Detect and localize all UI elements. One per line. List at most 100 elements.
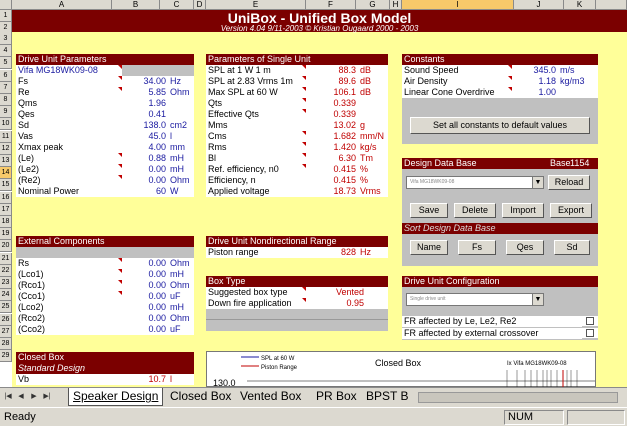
column-header-g[interactable]: G — [356, 0, 390, 10]
drive-unit-model-row[interactable]: Vifa MG18WK09-08 — [16, 65, 194, 76]
row-header[interactable]: 23 — [0, 277, 12, 289]
horizontal-scrollbar[interactable] — [418, 392, 618, 403]
row-header[interactable]: 8 — [0, 94, 12, 106]
save-button[interactable]: Save — [410, 203, 448, 218]
single-unit-value[interactable]: 1.420 — [306, 142, 358, 153]
check-row-1[interactable]: FR affected by Le, Le2, Re2 — [402, 316, 598, 327]
ext-comp-row[interactable]: (Lco2) 0.00 mH — [16, 302, 194, 313]
single-unit-value[interactable]: 0.415 — [306, 164, 358, 175]
single-unit-row[interactable]: Rms 1.420 kg/s — [206, 142, 388, 153]
tab-speaker-design[interactable]: Speaker Design — [68, 388, 164, 406]
ext-comp-value[interactable]: 0.00 — [122, 258, 168, 269]
column-header-e[interactable]: E — [206, 0, 306, 10]
reset-constants-button[interactable]: Set all constants to default values — [410, 117, 590, 134]
column-header-b[interactable]: B — [112, 0, 160, 10]
prev-sheet-icon[interactable]: ◀ — [15, 391, 27, 403]
drive-param-row[interactable]: (Le2) 0.00 mH — [16, 164, 194, 175]
export-button[interactable]: Export — [550, 203, 592, 218]
drive-param-row[interactable]: (Le) 0.88 mH — [16, 153, 194, 164]
ext-comp-value[interactable]: 0.00 — [122, 302, 168, 313]
design-db-combobox[interactable]: Vifa MG18WK09-08 ▼ — [406, 176, 544, 189]
ext-comp-value[interactable]: 0.00 — [122, 280, 168, 291]
tab-pr-box[interactable]: PR Box — [312, 388, 361, 406]
single-unit-row[interactable]: Mms 13.02 g — [206, 120, 388, 131]
ext-comp-value[interactable]: 0.00 — [122, 324, 168, 335]
drive-param-row[interactable]: Re 5.85 Ohm — [16, 87, 194, 98]
drive-param-value[interactable]: 0.00 — [122, 164, 168, 175]
sort-sd-button[interactable]: Sd — [554, 240, 590, 255]
row-header[interactable]: 16 — [0, 192, 12, 204]
ext-comp-value[interactable]: 0.00 — [122, 269, 168, 280]
row-header[interactable]: 10 — [0, 118, 12, 130]
row-header[interactable]: 7 — [0, 82, 12, 94]
ext-comp-value[interactable]: 0.00 — [122, 313, 168, 324]
row-header[interactable]: 27 — [0, 326, 12, 338]
drive-config-combobox[interactable]: Single drive unit ▼ — [406, 293, 544, 306]
column-header-j[interactable]: J — [514, 0, 564, 10]
single-unit-row[interactable]: Applied voltage 18.73 Vrms — [206, 186, 388, 197]
sort-name-button[interactable]: Name — [410, 240, 448, 255]
check-row-2[interactable]: FR affected by external crossover — [402, 328, 598, 339]
row-header[interactable]: 6 — [0, 70, 12, 82]
column-header-d[interactable]: D — [194, 0, 206, 10]
ext-comp-row[interactable]: (Lco1) 0.00 mH — [16, 269, 194, 280]
row-header[interactable]: 5 — [0, 57, 12, 69]
drive-param-row[interactable]: Qms 1.96 — [16, 98, 194, 109]
drive-param-value[interactable]: 4.00 — [122, 142, 168, 153]
reload-button[interactable]: Reload — [548, 175, 590, 190]
drive-param-value[interactable]: 45.0 — [122, 131, 168, 142]
single-unit-value[interactable]: 88.3 — [306, 65, 358, 76]
select-all-corner[interactable] — [0, 0, 12, 10]
box-type-value[interactable]: Vented — [306, 287, 366, 298]
drive-param-row[interactable]: (Re2) 0.00 Ohm — [16, 175, 194, 186]
single-unit-row[interactable]: Effective Qts 0.339 — [206, 109, 388, 120]
row-header[interactable]: 17 — [0, 204, 12, 216]
single-unit-value[interactable]: 18.73 — [306, 186, 358, 197]
nondirectional-value[interactable]: 828 — [306, 247, 358, 258]
row-header[interactable]: 15 — [0, 179, 12, 191]
row-header[interactable]: 1 — [0, 10, 12, 22]
check1-checkbox[interactable] — [586, 317, 594, 325]
single-unit-row[interactable]: Ref. efficiency, n0 0.415% — [206, 164, 388, 175]
constant-value[interactable]: 345.0 — [512, 65, 558, 76]
constant-value[interactable]: 1.18 — [512, 76, 558, 87]
single-unit-row[interactable]: Bl 6.30 Tm — [206, 153, 388, 164]
row-header[interactable]: 11 — [0, 131, 12, 143]
single-unit-value[interactable]: 0.339 — [306, 98, 358, 109]
row-header[interactable]: 24 — [0, 289, 12, 301]
single-unit-value[interactable]: 1.682 — [306, 131, 358, 142]
single-unit-value[interactable]: 13.02 — [306, 120, 358, 131]
single-unit-row[interactable]: Qts 0.339 — [206, 98, 388, 109]
drive-param-value[interactable]: 0.88 — [122, 153, 168, 164]
drive-param-value[interactable]: 5.85 — [122, 87, 168, 98]
drive-param-value[interactable]: 60 — [122, 186, 168, 197]
drive-param-row[interactable]: Qes 0.41 — [16, 109, 194, 120]
sort-qes-button[interactable]: Qes — [506, 240, 544, 255]
row-header[interactable]: 4 — [0, 45, 12, 57]
column-header-f[interactable]: F — [306, 0, 356, 10]
drive-param-value[interactable]: 34.00 — [122, 76, 168, 87]
drive-param-row[interactable]: Xmax peak 4.00 mm — [16, 142, 194, 153]
drive-param-row[interactable]: Sd 138.0 cm2 — [16, 120, 194, 131]
row-header[interactable]: 18 — [0, 216, 12, 228]
column-header-h[interactable]: H — [390, 0, 402, 10]
tab-bpst-b[interactable]: BPST B — [362, 388, 412, 406]
delete-button[interactable]: Delete — [454, 203, 496, 218]
drive-param-value[interactable]: 0.00 — [122, 175, 168, 186]
tab-vented-box[interactable]: Vented Box — [236, 388, 305, 406]
ext-comp-row[interactable]: (Rco1) 0.00 Ohm — [16, 280, 194, 291]
row-header[interactable]: 29 — [0, 350, 12, 362]
row-header[interactable]: 21 — [0, 253, 12, 265]
box-type-row[interactable]: Suggested box type Vented — [206, 287, 388, 298]
ext-comp-value[interactable]: 0.00 — [122, 291, 168, 302]
single-unit-value[interactable]: 89.6 — [306, 76, 358, 87]
row-header[interactable]: 19 — [0, 228, 12, 240]
row-header[interactable]: 22 — [0, 265, 12, 277]
nondirectional-row[interactable]: Piston range 828 Hz — [206, 247, 388, 258]
row-header[interactable]: 3 — [0, 33, 12, 45]
sort-fs-button[interactable]: Fs — [458, 240, 496, 255]
drive-param-value[interactable]: 138.0 — [122, 120, 168, 131]
row-header[interactable]: 13 — [0, 155, 12, 167]
column-header-i[interactable]: I — [402, 0, 514, 10]
ext-comp-row[interactable]: Rs 0.00 Ohm — [16, 258, 194, 269]
